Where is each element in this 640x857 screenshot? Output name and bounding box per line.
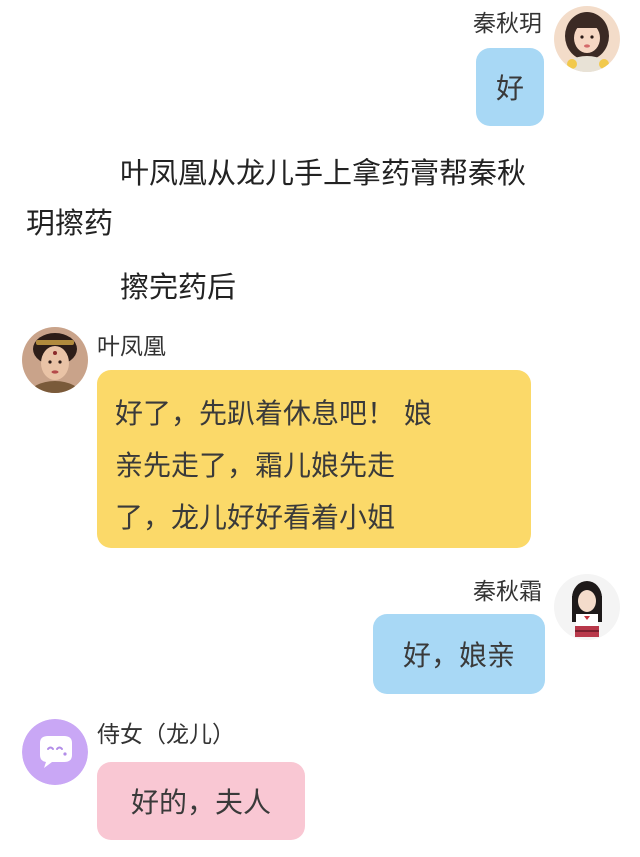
message-text: 好 — [495, 72, 524, 105]
avatar-ye-fenghuang[interactable] — [22, 327, 88, 393]
message-text: 好，娘亲 — [402, 639, 515, 672]
message-text-line: 亲先走了，霜儿娘先走 — [115, 449, 396, 482]
narration-line: 擦完药后 — [120, 270, 237, 304]
message-text-line: 了，龙儿好好看着小姐 — [115, 501, 396, 534]
chat-bubble-avatar-icon — [22, 719, 88, 785]
sender-name: 侍女（龙儿） — [97, 722, 235, 748]
sender-name: 叶凤凰 — [97, 334, 166, 360]
narration-line: 叶凤凰从龙儿手上拿药膏帮秦秋 — [120, 156, 527, 190]
message-bubble[interactable]: 好了，先趴着休息吧！ 娘 亲先走了，霜儿娘先走 了，龙儿好好看着小姐 — [97, 370, 531, 548]
schoolgirl-avatar-icon — [554, 574, 620, 640]
message-bubble[interactable]: 好 — [476, 48, 544, 126]
girl-avatar-icon — [554, 6, 620, 72]
message-text: 好的，夫人 — [130, 786, 271, 819]
message-bubble[interactable]: 好的，夫人 — [97, 762, 305, 840]
avatar-qin-qiushuang[interactable] — [554, 574, 620, 640]
woman-avatar-icon — [22, 327, 88, 393]
message-bubble[interactable]: 好，娘亲 — [373, 614, 545, 694]
narration-line: 玥擦药 — [26, 206, 114, 240]
avatar-qin-qiuyue[interactable] — [554, 6, 620, 72]
sender-name: 秦秋玥 — [473, 11, 542, 37]
avatar-maid-long-er[interactable] — [22, 719, 88, 785]
message-text-line: 好了，先趴着休息吧！ 娘 — [115, 397, 432, 430]
sender-name: 秦秋霜 — [473, 579, 542, 605]
